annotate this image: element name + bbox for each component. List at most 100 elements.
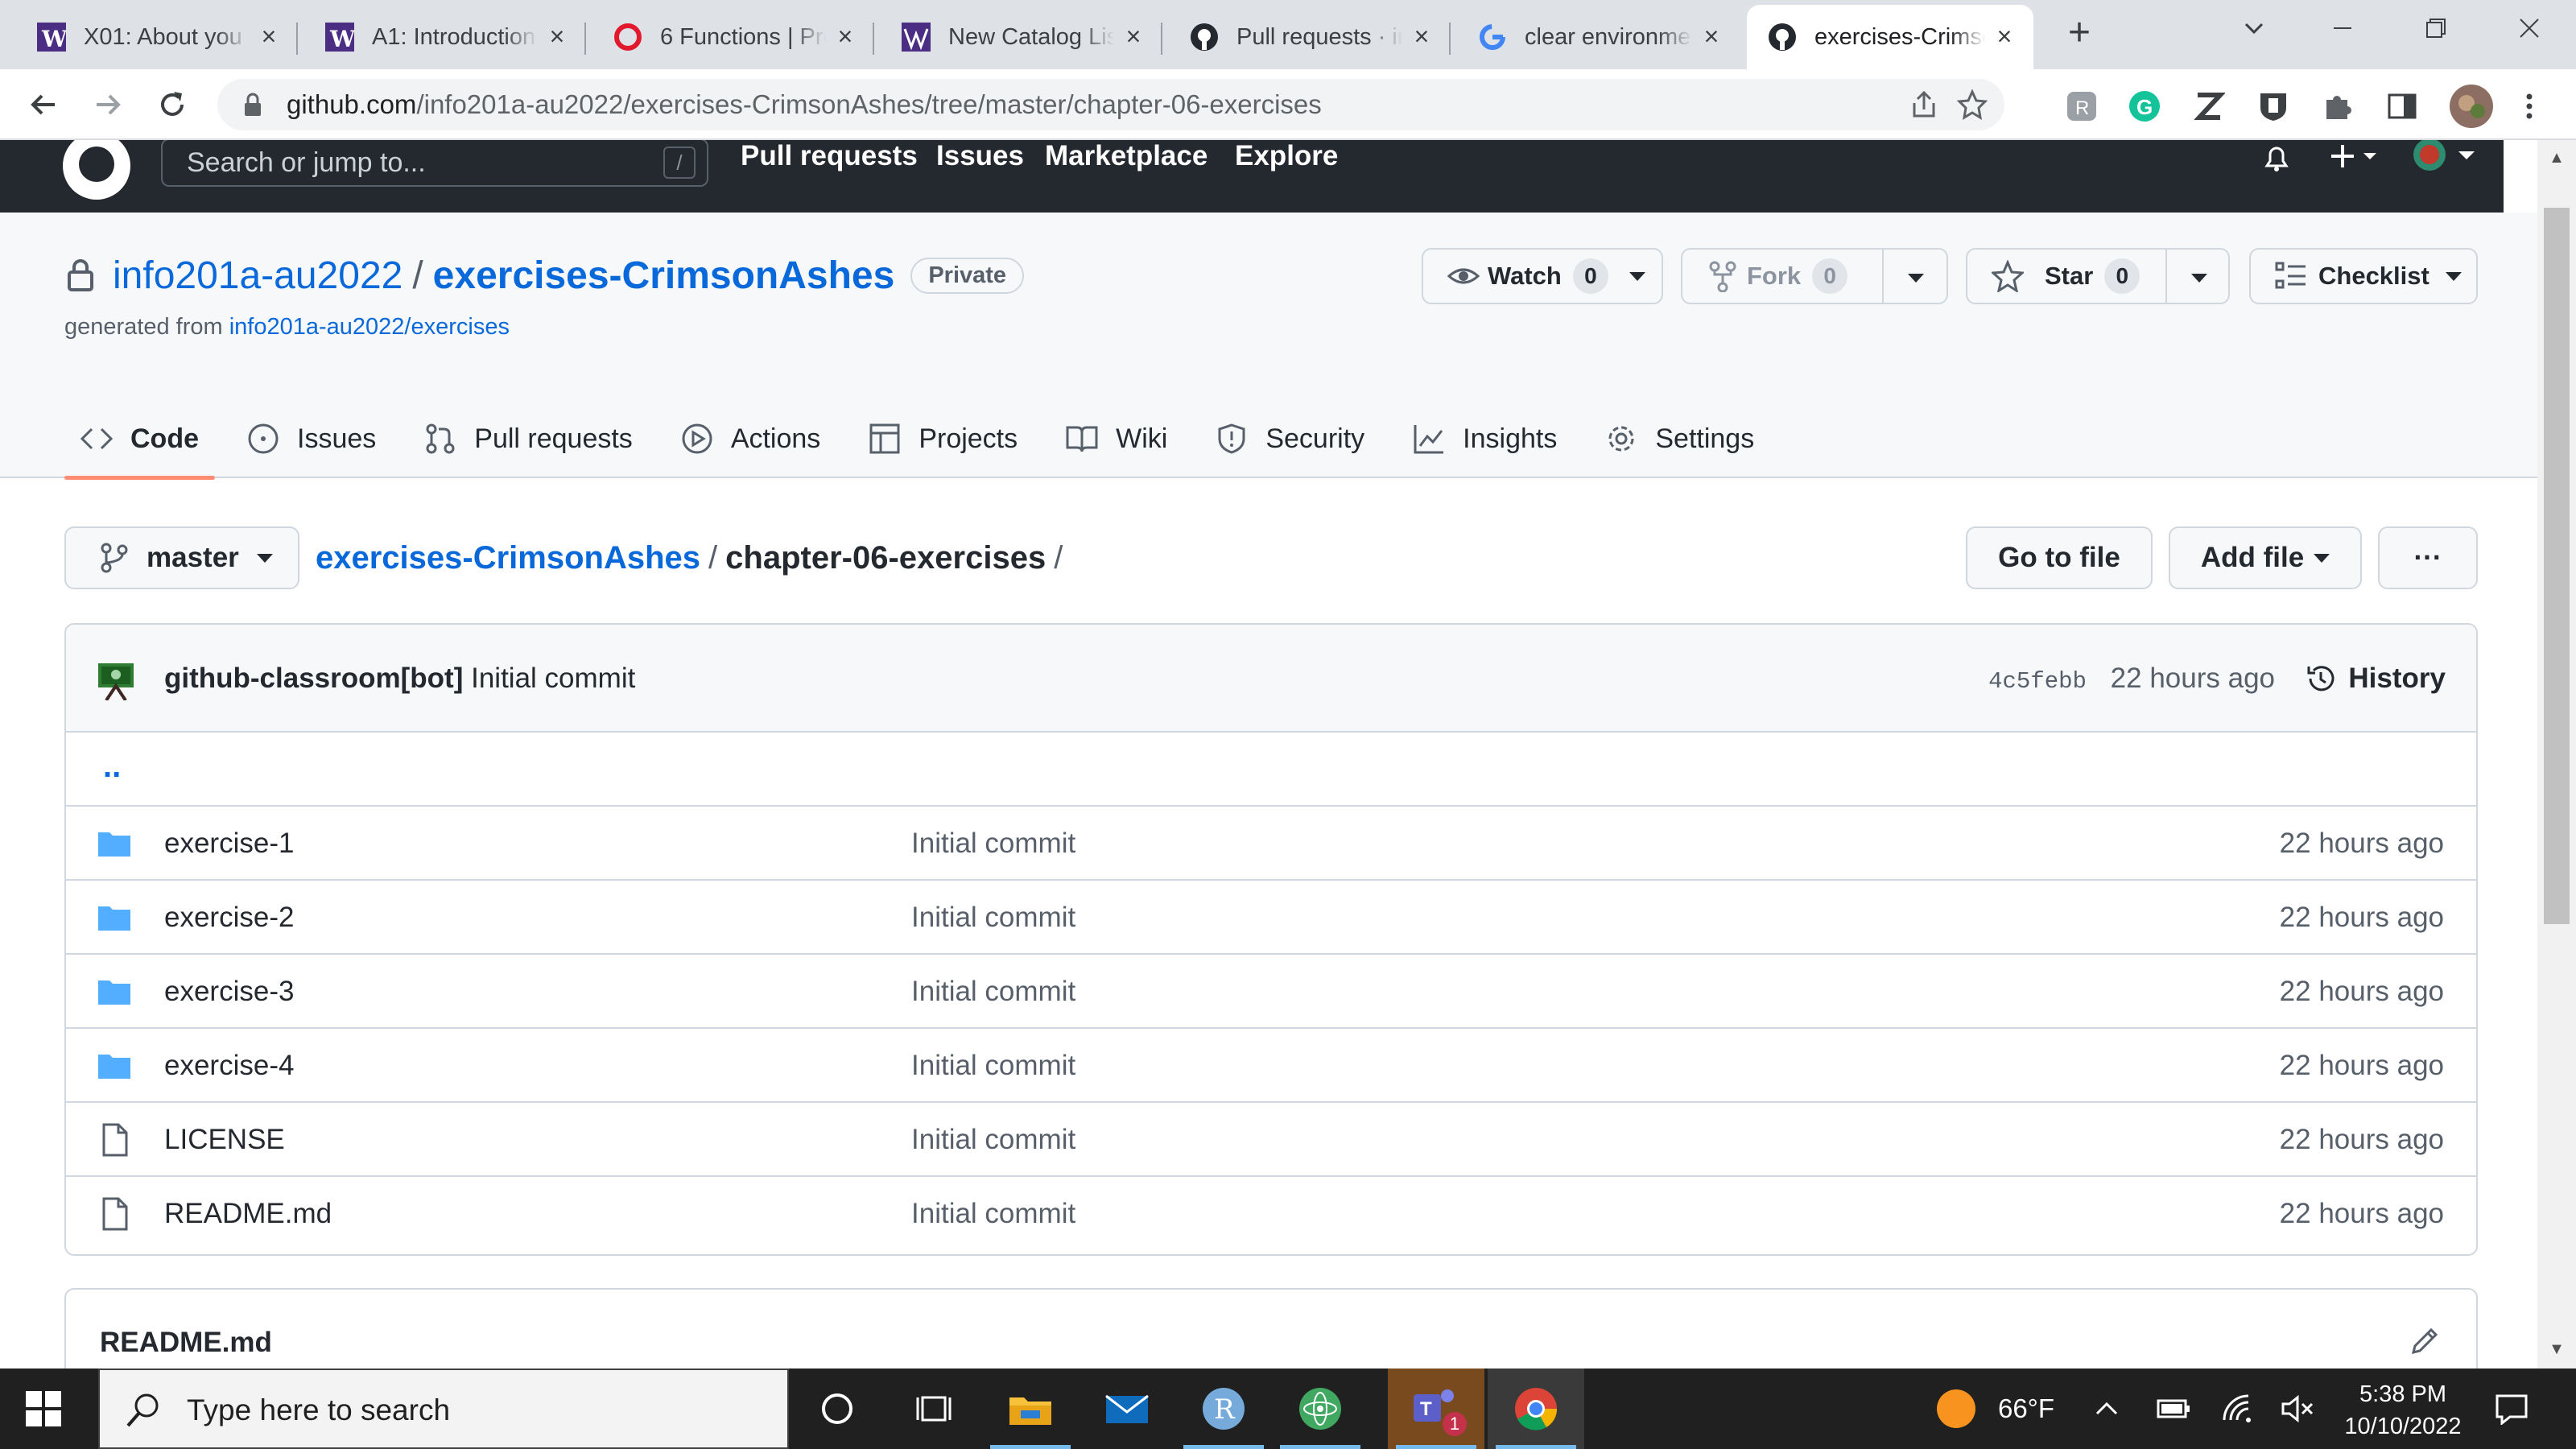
tab-security[interactable]: Security [1199,399,1381,478]
close-icon[interactable]: × [1992,23,2017,50]
profile-avatar[interactable] [2449,84,2494,129]
forward-icon[interactable] [84,80,132,129]
close-icon[interactable]: × [256,23,282,50]
chevron-up-icon[interactable] [2087,1368,2127,1449]
reload-icon[interactable] [148,80,196,129]
close-icon[interactable]: × [1699,23,1724,50]
checklist-button[interactable]: Checklist [2249,248,2478,304]
file-name-link[interactable]: exercise-3 [164,955,294,1029]
commit-author-link[interactable]: github-classroom[bot] [164,663,463,694]
browser-tab[interactable]: W A1: Introduction × [304,5,586,69]
teams-icon[interactable]: T 1 [1388,1368,1484,1449]
file-commit-message-link[interactable]: Initial commit [911,1177,1075,1251]
parent-directory-link[interactable]: .. [103,749,121,785]
close-icon[interactable]: × [544,23,570,50]
pencil-icon[interactable] [2409,1325,2441,1357]
atom-editor-icon[interactable] [1272,1368,1368,1449]
task-view-icon[interactable] [886,1368,982,1449]
close-window-icon[interactable] [2505,11,2553,52]
bot-avatar[interactable] [97,658,135,702]
chrome-menu-icon[interactable] [2512,89,2547,124]
repo-name-link[interactable]: exercises-CrimsonAshes [433,254,895,298]
header-nav-explore[interactable]: Explore [1235,140,1338,188]
history-link[interactable]: History [2305,658,2446,699]
browser-tab[interactable]: New Catalog Listing × [881,5,1162,69]
close-icon[interactable]: × [832,23,858,50]
close-icon[interactable]: × [1121,23,1146,50]
speaker-muted-icon[interactable] [2275,1368,2320,1449]
tab-insights[interactable]: Insights [1397,399,1573,478]
file-explorer-icon[interactable] [982,1368,1079,1449]
browser-tab[interactable]: 6 Functions | Programming × [592,5,874,69]
file-row[interactable]: exercise-2 Initial commit 22 hours ago [66,881,2476,955]
puzzle-icon[interactable] [2320,89,2355,124]
commit-message-link[interactable]: Initial commit [471,663,635,694]
breadcrumb-repo-link[interactable]: exercises-CrimsonAshes [316,540,700,576]
search-input[interactable]: Search or jump to... / [161,140,708,187]
file-name-link[interactable]: README.md [164,1177,332,1251]
tab-projects[interactable]: Projects [852,399,1034,478]
file-row[interactable]: LICENSE Initial commit 22 hours ago [66,1103,2476,1177]
shield-extension-icon[interactable] [2256,89,2291,124]
file-commit-message-link[interactable]: Initial commit [911,955,1075,1029]
tab-pull-requests[interactable]: Pull requests [408,399,649,478]
more-options-button[interactable]: ··· [2378,526,2478,589]
file-row[interactable]: exercise-1 Initial commit 22 hours ago [66,807,2476,881]
address-bar[interactable]: github.com/info201a-au2022/exercises-Cri… [217,79,2004,130]
star-button[interactable]: Star 0 [1966,248,2230,304]
restore-icon[interactable] [2412,11,2460,52]
add-file-button[interactable]: Add file [2169,526,2362,589]
weather-temperature[interactable]: 66°F [1982,1368,2070,1449]
grammarly-icon[interactable]: G [2127,89,2162,124]
tab-issues[interactable]: Issues [231,399,392,478]
zotero-icon[interactable] [2191,89,2227,124]
wifi-icon[interactable] [2215,1368,2260,1449]
browser-tab-active[interactable]: exercises-CrimsonAshes × [1747,5,2033,69]
bookmark-star-icon[interactable] [1956,89,1988,121]
back-icon[interactable] [19,80,68,129]
file-name-link[interactable]: LICENSE [164,1103,285,1177]
github-logo-icon[interactable] [63,140,130,200]
file-name-link[interactable]: exercise-1 [164,807,294,881]
system-clock[interactable]: 5:38 PM 10/10/2022 [2318,1378,2487,1443]
scroll-up-icon[interactable]: ▲ [2547,148,2566,167]
share-icon[interactable] [1908,89,1940,121]
taskbar-search-box[interactable]: Type here to search [98,1368,789,1449]
file-commit-message-link[interactable]: Initial commit [911,1103,1075,1177]
tab-search-icon[interactable] [2230,11,2278,52]
battery-icon[interactable] [2151,1368,2196,1449]
header-nav-pull-requests[interactable]: Pull requests [741,140,918,188]
file-commit-message-link[interactable]: Initial commit [911,807,1075,881]
browser-tab[interactable]: Pull requests · info201a × [1169,5,1451,69]
windows-start-icon[interactable] [24,1389,63,1428]
header-nav-marketplace[interactable]: Marketplace [1045,140,1208,188]
caret-down-icon[interactable] [1908,274,1924,283]
watch-button[interactable]: Watch 0 [1422,248,1663,304]
branch-selector[interactable]: master [64,526,299,589]
file-name-link[interactable]: exercise-2 [164,881,294,955]
caret-down-icon[interactable] [2191,274,2207,283]
mail-icon[interactable] [1079,1368,1175,1449]
file-row[interactable]: exercise-3 Initial commit 22 hours ago [66,955,2476,1029]
rstudio-icon[interactable]: R [1175,1368,1272,1449]
page-scrollbar[interactable]: ▲ ▼ [2537,140,2576,1368]
browser-tab[interactable]: clear environment × [1457,5,1740,69]
user-avatar[interactable] [2410,140,2483,188]
chrome-icon[interactable] [1488,1368,1584,1449]
fork-button[interactable]: Fork 0 [1681,248,1948,304]
parent-directory-row[interactable]: .. [66,733,2476,807]
repo-owner-link[interactable]: info201a-au2022 [113,254,402,298]
scrollbar-thumb[interactable] [2544,208,2570,924]
tab-code[interactable]: Code [64,399,215,480]
commit-sha-link[interactable]: 4c5febb [1988,668,2087,695]
notifications-icon[interactable] [2487,1368,2536,1449]
file-row[interactable]: README.md Initial commit 22 hours ago [66,1177,2476,1251]
extension-icon[interactable]: R [2064,89,2099,124]
file-name-link[interactable]: exercise-4 [164,1029,294,1103]
new-tab-button[interactable]: + [2059,14,2099,55]
template-repo-link[interactable]: info201a-au2022/exercises [229,314,510,340]
bell-icon[interactable] [2259,140,2294,188]
weather-icon[interactable] [1932,1368,1980,1449]
go-to-file-button[interactable]: Go to file [1966,526,2153,589]
tab-settings[interactable]: Settings [1589,399,1770,478]
